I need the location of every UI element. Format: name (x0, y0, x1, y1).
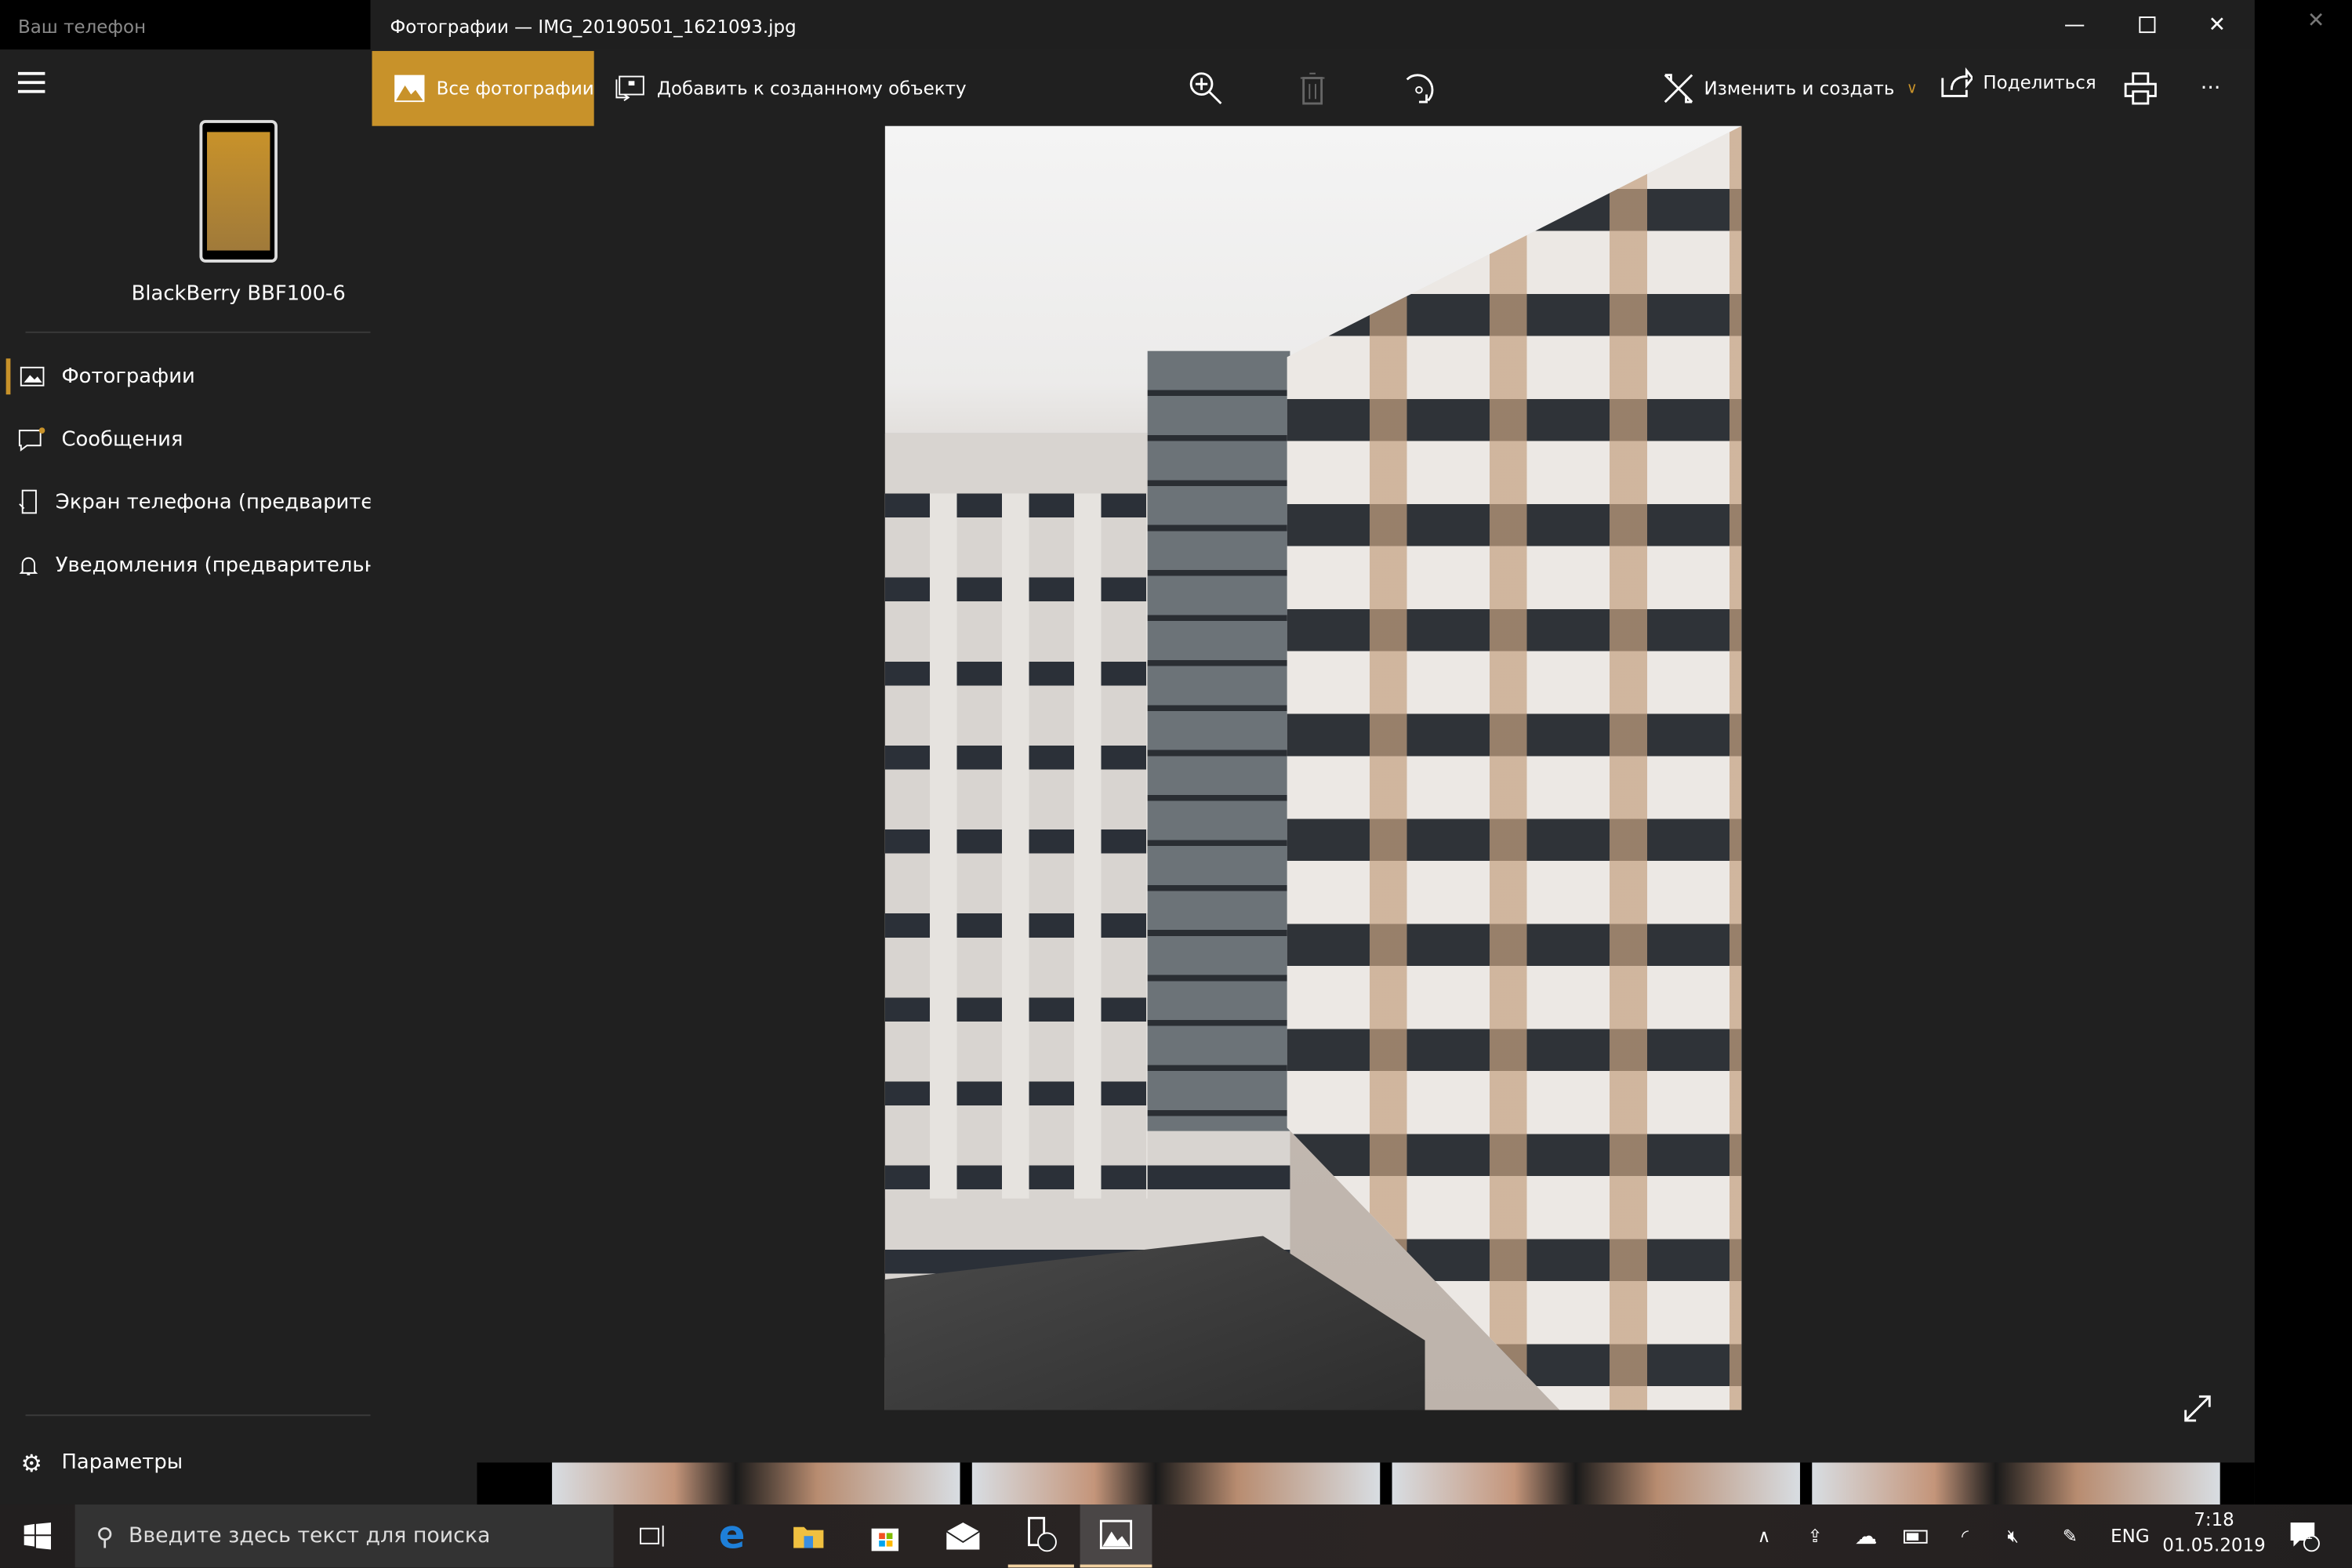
photos-taskbar-icon[interactable] (1080, 1504, 1152, 1568)
settings-button[interactable]: ⚙ Параметры (0, 1432, 371, 1493)
photos-window: Фотографии — IMG_20190501_1621093.jpg — … (370, 0, 2255, 1463)
photo-icon (18, 363, 45, 390)
settings-label: Параметры (61, 1450, 183, 1475)
file-explorer-icon[interactable] (775, 1504, 841, 1567)
wifi-icon[interactable]: ◜ (1944, 1504, 1987, 1567)
more-button[interactable]: ··· (2201, 51, 2221, 126)
photos-icon (391, 71, 427, 107)
desktop: Ваш телефон BlackBerry BBF100-6 Фотограф… (0, 0, 2352, 1568)
close-icon[interactable]: ✕ (2299, 9, 2332, 42)
your-phone-taskbar-icon[interactable] (1007, 1504, 1074, 1568)
phone-image (199, 120, 278, 263)
hamburger-menu-icon[interactable] (17, 71, 45, 93)
search-box[interactable]: ⚲ Введите здесь текст для поиска (74, 1504, 614, 1568)
action-center-icon[interactable]: 1 (2277, 1504, 2331, 1567)
add-to-creation-label: Добавить к созданному объекту (657, 78, 967, 100)
nav-label: Фотографии (61, 364, 195, 389)
window-title: Фотографии — IMG_20190501_1621093.jpg (370, 0, 2255, 50)
edit-icon (1661, 71, 1697, 107)
thumbnail[interactable] (971, 1462, 1381, 1505)
photo-viewer-image[interactable] (884, 125, 1742, 1410)
chevron-up-icon[interactable]: ∧ (1743, 1504, 1785, 1567)
zoom-button[interactable] (1188, 51, 1224, 126)
nav-item-messages[interactable]: Сообщения (0, 409, 371, 470)
store-icon[interactable] (852, 1504, 918, 1567)
message-icon (18, 426, 45, 452)
windows-icon (24, 1522, 52, 1550)
phone-screen-icon (18, 489, 39, 516)
rotate-button[interactable] (1401, 51, 1437, 126)
edge-icon[interactable]: e (699, 1504, 765, 1567)
add-to-creation-button[interactable]: Добавить к созданному объекту (612, 51, 967, 126)
notification-count: 1 (2305, 1528, 2314, 1542)
bell-icon (18, 552, 39, 579)
cloud-icon[interactable]: ☁ (1845, 1504, 1887, 1567)
upload-icon[interactable]: ⇪ (1794, 1504, 1836, 1567)
time: 7:18 (2194, 1508, 2234, 1530)
printer-icon (2122, 71, 2158, 107)
zoom-in-icon (1188, 71, 1224, 107)
task-view-icon[interactable] (621, 1504, 684, 1567)
nav-label: Уведомления (предварительная версия) (55, 554, 371, 578)
app-title: Ваш телефон (0, 0, 371, 50)
gear-icon: ⚙ (20, 1448, 42, 1477)
mail-icon[interactable] (930, 1504, 996, 1567)
all-photos-button[interactable]: Все фотографии (372, 51, 594, 126)
nav-item-photos[interactable]: Фотографии (0, 347, 371, 407)
your-phone-app: Ваш телефон BlackBerry BBF100-6 Фотограф… (0, 0, 371, 1505)
search-placeholder: Введите здесь текст для поиска (129, 1523, 491, 1548)
minimize-button[interactable]: — (2038, 0, 2111, 49)
thumbnail[interactable] (552, 1462, 960, 1505)
nav-item-notifications[interactable]: Уведомления (предварительная версия) (0, 535, 371, 596)
nav-label: Экран телефона (предварительная версия) (55, 490, 371, 515)
language-indicator[interactable]: ENG (2103, 1504, 2157, 1567)
edit-create-button[interactable]: Изменить и создать ∨ (1661, 51, 1918, 126)
divider (25, 331, 371, 333)
add-to-creation-icon (612, 71, 648, 107)
nav-label: Сообщения (61, 427, 183, 452)
delete-button[interactable] (1294, 51, 1330, 126)
share-label: Поделиться (1983, 71, 2096, 93)
thumbnail[interactable] (1812, 1462, 2220, 1505)
all-photos-label: Все фотографии (436, 78, 594, 100)
battery-icon[interactable] (1894, 1504, 1936, 1567)
divider (25, 1414, 371, 1417)
print-button[interactable] (2122, 51, 2158, 126)
trash-icon (1294, 71, 1330, 107)
search-icon: ⚲ (96, 1522, 114, 1551)
rotate-icon (1401, 71, 1437, 107)
glass-tower (1147, 350, 1290, 1131)
edit-create-label: Изменить и создать (1704, 78, 1895, 100)
building-left-windows (884, 493, 1148, 1199)
volume-muted-icon[interactable]: 🔇︎ (1992, 1504, 2034, 1567)
maximize-button[interactable] (2111, 0, 2183, 49)
share-icon (1938, 64, 1974, 100)
start-button[interactable] (0, 1504, 75, 1567)
thumbnail[interactable] (1392, 1462, 1800, 1505)
pen-icon[interactable]: ✎ (2049, 1504, 2092, 1567)
clock[interactable]: 7:18 01.05.2019 (2160, 1509, 2268, 1555)
fullscreen-icon[interactable] (2181, 1392, 2214, 1425)
building-right-panels (1287, 125, 1742, 1410)
date: 01.05.2019 (2162, 1534, 2266, 1556)
chevron-down-icon: ∨ (1906, 80, 1918, 97)
nav-item-phone-screen[interactable]: Экран телефона (предварительная версия) (0, 473, 371, 533)
background-window (2254, 0, 2352, 1505)
close-button[interactable]: ✕ (2181, 0, 2253, 49)
share-button[interactable]: Поделиться (1938, 45, 2096, 120)
